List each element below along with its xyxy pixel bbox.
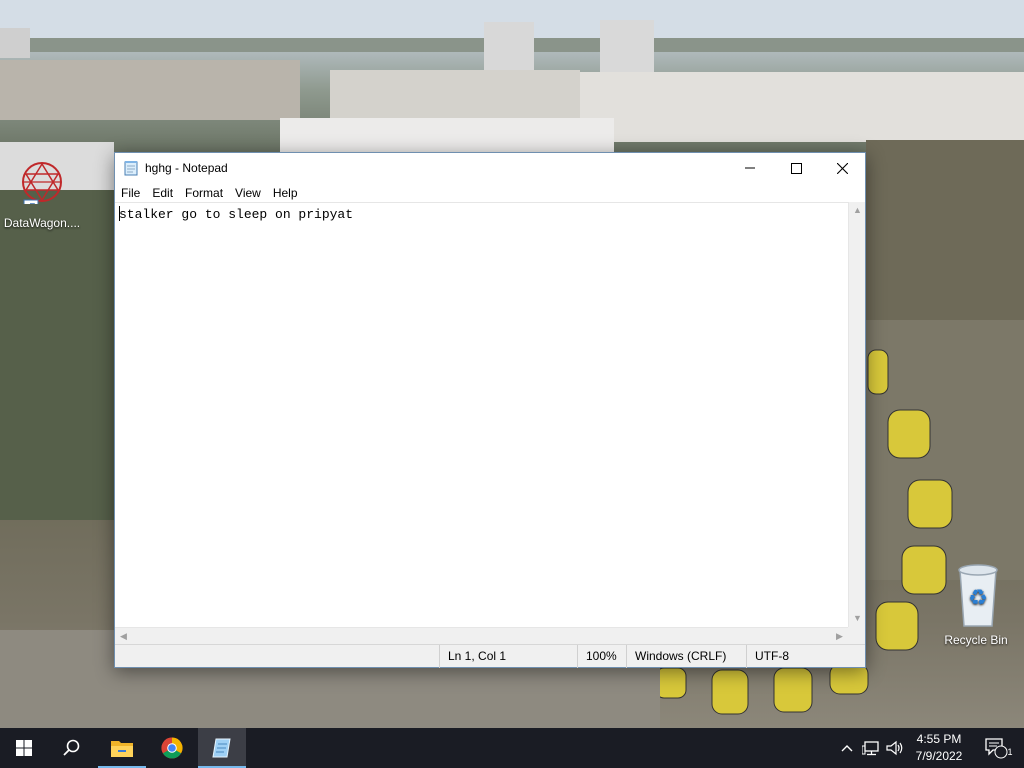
- scroll-left-icon[interactable]: ◀: [115, 628, 132, 645]
- maximize-button[interactable]: [773, 153, 819, 183]
- menu-help[interactable]: Help: [267, 186, 304, 200]
- clock-date: 7/9/2022: [915, 749, 963, 763]
- menu-bar: File Edit Format View Help: [115, 183, 865, 202]
- taskbar-file-explorer[interactable]: [98, 728, 146, 768]
- close-icon: [836, 162, 848, 174]
- notification-count: 1: [1007, 747, 1013, 757]
- notepad-icon: [212, 738, 231, 758]
- taskbar-notepad[interactable]: [198, 728, 246, 768]
- editor-text: stalker go to sleep on pripyat: [119, 207, 354, 222]
- desktop-icon-datawagon[interactable]: DataWagon....: [0, 160, 84, 230]
- status-bar: Ln 1, Col 1 100% Windows (CRLF) UTF-8: [115, 644, 865, 668]
- maximize-icon: [790, 162, 802, 174]
- menu-edit[interactable]: Edit: [146, 186, 179, 200]
- taskbar: 4:55 PM 7/9/2022 1: [0, 728, 1024, 768]
- chevron-up-icon: [841, 745, 853, 752]
- desktop-icon-recycle-bin[interactable]: ♻ Recycle Bin: [934, 560, 1018, 647]
- window-title: hghg - Notepad: [145, 161, 228, 175]
- notepad-window[interactable]: hghg - Notepad File Edit Format View Hel…: [114, 152, 866, 668]
- horizontal-scrollbar[interactable]: ◀ ▶: [115, 627, 848, 644]
- clock-time: 4:55 PM: [916, 732, 962, 746]
- search-icon: [63, 739, 80, 756]
- clock[interactable]: 4:55 PM 7/9/2022: [906, 731, 972, 765]
- svg-text:♻: ♻: [968, 586, 988, 611]
- minimize-button[interactable]: [727, 153, 773, 183]
- scroll-right-icon[interactable]: ▶: [831, 628, 848, 645]
- scroll-up-icon[interactable]: ▲: [849, 202, 866, 219]
- menu-view[interactable]: View: [229, 186, 267, 200]
- title-bar[interactable]: hghg - Notepad: [115, 153, 865, 183]
- recycle-bin-icon: ♻: [958, 564, 998, 627]
- action-center-button[interactable]: 1: [976, 728, 1016, 768]
- status-position: Ln 1, Col 1: [439, 645, 577, 668]
- network-button[interactable]: [860, 738, 882, 758]
- chrome-icon: [161, 737, 183, 759]
- close-button[interactable]: [819, 153, 865, 183]
- menu-format[interactable]: Format: [179, 186, 229, 200]
- start-button[interactable]: [0, 728, 48, 768]
- network-icon: [862, 741, 879, 756]
- datawagon-app-icon: [22, 162, 62, 204]
- status-zoom: 100%: [577, 645, 626, 668]
- scrollbar-corner: [848, 627, 865, 644]
- show-hidden-icons-button[interactable]: [836, 738, 858, 758]
- volume-button[interactable]: [884, 738, 906, 758]
- taskbar-chrome[interactable]: [148, 728, 196, 768]
- status-line-ending: Windows (CRLF): [626, 645, 746, 668]
- desktop-icon-label: DataWagon....: [3, 216, 81, 230]
- menu-file[interactable]: File: [115, 186, 146, 200]
- minimize-icon: [745, 167, 755, 169]
- text-editor[interactable]: stalker go to sleep on pripyat: [115, 202, 848, 627]
- status-encoding: UTF-8: [746, 645, 865, 668]
- desktop-icon-label: Recycle Bin: [944, 633, 1008, 647]
- file-explorer-icon: [111, 741, 133, 757]
- notepad-icon: [124, 161, 138, 176]
- scroll-down-icon[interactable]: ▼: [849, 610, 866, 627]
- start-icon: [16, 740, 32, 756]
- volume-icon: [886, 740, 903, 756]
- vertical-scrollbar[interactable]: ▲ ▼: [848, 202, 865, 627]
- search-button[interactable]: [48, 728, 96, 768]
